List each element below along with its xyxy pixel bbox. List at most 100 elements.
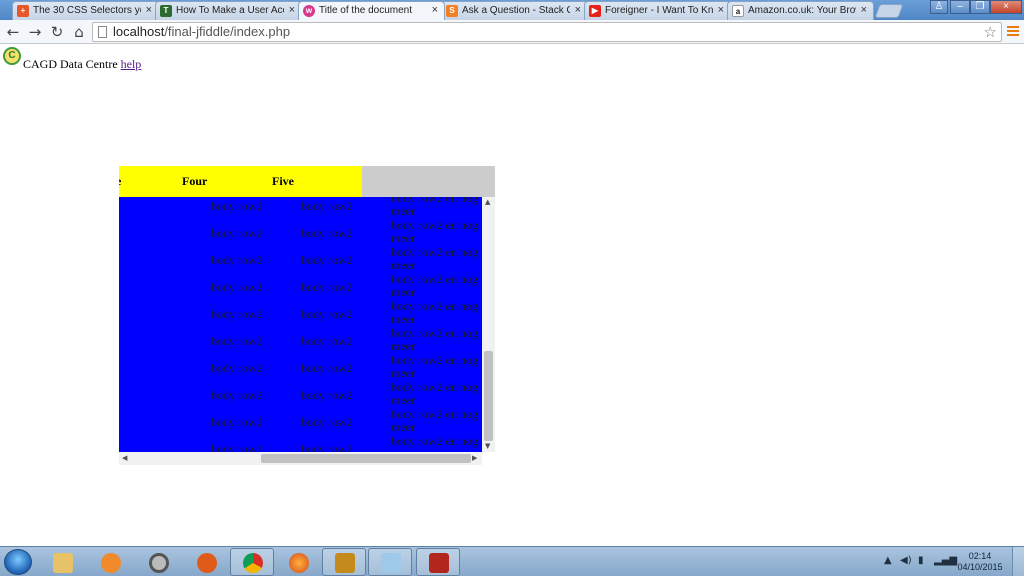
taskbar-app-button[interactable] [136, 548, 180, 576]
menu-icon[interactable] [1007, 26, 1019, 38]
flame-app-icon [197, 553, 217, 573]
tab-favicon-icon: a [732, 5, 744, 17]
close-icon[interactable]: × [432, 2, 438, 19]
system-clock[interactable]: 02:14 04/10/2015 [955, 551, 1005, 573]
taskbar-presentation-button[interactable] [322, 548, 366, 576]
scroll-left-arrow-icon[interactable]: ◀ [122, 454, 127, 462]
tab-amazon[interactable]: a Amazon.co.uk: Your Brow × [727, 1, 874, 20]
table-row: body row2body row2body row2 en nog meer [119, 401, 482, 434]
home-icon[interactable]: ⌂ [70, 23, 88, 41]
new-tab-button[interactable] [874, 4, 904, 18]
tab-title: The 30 CSS Selectors you [33, 5, 141, 16]
tab-favicon-icon: S [446, 5, 458, 17]
tab-title-of-document[interactable]: w Title of the document × [298, 1, 445, 20]
tab-title: Foreigner - I Want To Kno [605, 5, 713, 16]
close-icon[interactable]: × [575, 2, 581, 19]
table-row: body row2body row2body row2 en nog meer [119, 266, 482, 299]
table-header-cells: e Four Five [119, 166, 362, 197]
chrome-icon [243, 553, 263, 573]
header-cell-five: Five [272, 174, 294, 188]
close-icon[interactable]: × [718, 2, 724, 19]
horizontal-scroll-thumb[interactable] [261, 454, 471, 463]
scrollbar-corner [482, 452, 495, 465]
taskbar-explorer-button[interactable] [40, 548, 84, 576]
tab-title: Ask a Question - Stack Ov [462, 5, 570, 16]
minimize-button[interactable]: – [950, 0, 970, 14]
bookmark-star-icon[interactable]: ☆ [984, 23, 997, 41]
url-host: localhost [113, 24, 165, 39]
table-row: body row2body row2body row2 en nog meer [119, 197, 482, 218]
close-window-button[interactable]: × [990, 0, 1022, 14]
os-taskbar: ▲ ◀) ▮ ▂▄▆ 02:14 04/10/2015 [0, 546, 1024, 576]
tab-title: Title of the document [319, 5, 413, 16]
horizontal-scrollbar[interactable]: ◀ ▶ [119, 452, 482, 465]
help-link[interactable]: help [121, 57, 142, 71]
scroll-up-arrow-icon[interactable]: ▲ [485, 198, 490, 206]
tab-favicon-icon: + [17, 5, 29, 17]
firefox-icon [289, 553, 309, 573]
tab-youtube-foreigner[interactable]: ▶ Foreigner - I Want To Kno × [584, 1, 731, 20]
close-icon[interactable]: × [146, 2, 152, 19]
table-body[interactable]: body row2 body row2 body row2 en nog meer b… [119, 197, 482, 452]
table-row: body row2body row2body row2 en nog meer [119, 212, 482, 245]
table-header: e Four Five [119, 166, 495, 197]
table-row: body row2body row2body row2 en nog meer [119, 293, 482, 326]
scroll-right-arrow-icon[interactable]: ▶ [472, 454, 477, 462]
table-cell-wide: body row2 en nog meer [391, 434, 478, 453]
vertical-scroll-thumb[interactable] [484, 351, 493, 441]
page-icon [98, 26, 107, 38]
taskbar-notepad-button[interactable] [368, 548, 412, 576]
vertical-scrollbar[interactable]: ▲ ▼ [482, 197, 495, 452]
reload-icon[interactable]: ↻ [48, 23, 66, 41]
maximize-button[interactable]: ❐ [970, 0, 990, 14]
taskbar-filezilla-button[interactable] [416, 548, 460, 576]
close-icon[interactable]: × [289, 2, 295, 19]
media-player-icon [101, 553, 121, 573]
page-content: C CAGD Data Centre help e Four Five body… [0, 45, 1024, 546]
scroll-down-arrow-icon[interactable]: ▼ [485, 442, 490, 450]
url-path: /final-jfiddle/index.php [164, 24, 291, 39]
start-button[interactable] [4, 549, 32, 575]
tab-title: How To Make a User Acc [176, 5, 284, 16]
taskbar-chrome-button[interactable] [230, 548, 274, 576]
back-arrow-icon[interactable]: ← [4, 23, 22, 41]
user-icon[interactable]: ♙ [930, 0, 948, 14]
show-desktop-button[interactable] [1012, 547, 1024, 576]
tab-strip: + The 30 CSS Selectors you × T How To Ma… [0, 0, 1024, 20]
table-cell: body row2 [211, 442, 263, 452]
clock-date: 04/10/2015 [957, 562, 1003, 572]
site-logo: C [3, 47, 21, 65]
battery-icon[interactable]: ▮ [918, 555, 924, 566]
filezilla-icon [429, 553, 449, 573]
header-cell-three: e [119, 166, 121, 197]
table-row: body row2body row2body row2 en nog meer [119, 320, 482, 353]
clock-time: 02:14 [968, 551, 992, 561]
app-circle-icon [149, 553, 169, 573]
close-icon[interactable]: × [861, 2, 867, 19]
presentation-icon [335, 553, 355, 573]
volume-icon[interactable]: ◀) [900, 555, 912, 566]
browser-toolbar: ← → ↻ ⌂ localhost/final-jfiddle/index.ph… [0, 20, 1024, 44]
tab-stack-overflow[interactable]: S Ask a Question - Stack Ov × [441, 1, 588, 20]
taskbar-media-player-button[interactable] [88, 548, 132, 576]
forward-arrow-icon[interactable]: → [26, 23, 44, 41]
site-header: CAGD Data Centre help [23, 57, 141, 72]
notepad-icon [381, 553, 401, 573]
table-row: body row2 body row2 body row2 en nog meer [119, 428, 482, 453]
network-signal-icon[interactable]: ▂▄▆ [934, 555, 957, 566]
tab-user-account[interactable]: T How To Make a User Acc × [155, 1, 302, 20]
taskbar-firefox-button[interactable] [276, 548, 320, 576]
table-row: body row2body row2body row2 en nog meer [119, 374, 482, 407]
tray-expand-icon[interactable]: ▲ [884, 555, 892, 566]
data-table: e Four Five body row2 body row2 body row2 … [119, 166, 495, 465]
site-title: CAGD Data Centre [23, 57, 118, 71]
taskbar-app2-button[interactable] [184, 548, 228, 576]
tab-css-selectors[interactable]: + The 30 CSS Selectors you × [12, 1, 159, 20]
table-cell: body row2 [301, 442, 353, 452]
tab-favicon-icon: ▶ [589, 5, 601, 17]
table-row: body row2body row2body row2 en nog meer [119, 239, 482, 272]
folder-icon [53, 553, 73, 573]
tab-favicon-icon: w [303, 5, 315, 17]
address-bar[interactable]: localhost/final-jfiddle/index.php ☆ [92, 22, 1002, 42]
tab-title: Amazon.co.uk: Your Brow [748, 5, 856, 16]
